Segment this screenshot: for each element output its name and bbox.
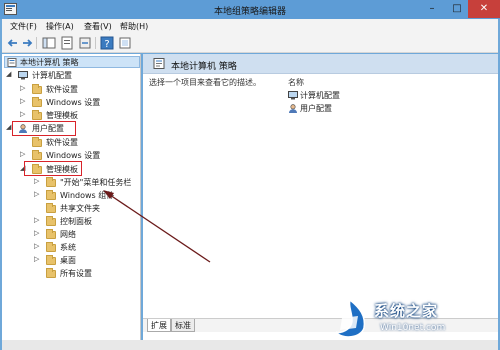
collapse-arrow-icon[interactable]: ▷ [34, 190, 39, 198]
tree-label: Windows 设置 [46, 151, 101, 160]
toolbar-separator [95, 37, 96, 49]
menu-bar: 文件(F) 操作(A) 查看(V) 帮助(H) [2, 19, 498, 33]
close-button[interactable]: ✕ [468, 0, 500, 18]
menu-help[interactable]: 帮助(H) [120, 21, 148, 32]
policy-document-icon [153, 58, 165, 69]
expand-arrow-icon[interactable]: ◢ [6, 70, 11, 78]
tree-label: Windows 组件 [60, 191, 115, 200]
watermark: 系统之家 Win10net.com [330, 296, 498, 344]
description-text: 选择一个项目来查看它的描述。 [149, 78, 261, 87]
collapse-arrow-icon[interactable]: ▷ [34, 242, 39, 250]
watermark-name: 系统之家 [374, 302, 439, 320]
highlight-box-admin-templates [24, 161, 82, 176]
tab-standard[interactable]: 标准 [171, 319, 195, 332]
tree-label: 共享文件夹 [60, 204, 100, 213]
maximize-button[interactable]: □ [445, 0, 469, 18]
folder-icon [32, 110, 42, 120]
app-window: 本地组策略编辑器 – □ ✕ 文件(F) 操作(A) 查看(V) 帮助(H) ?… [0, 0, 500, 350]
tree-label: 软件设置 [46, 138, 78, 147]
export-list-icon[interactable] [78, 36, 92, 50]
collapse-arrow-icon[interactable]: ▷ [20, 110, 25, 118]
menu-file[interactable]: 文件(F) [10, 21, 37, 32]
tree-label: 所有设置 [60, 269, 92, 278]
tree-label: 计算机配置 [32, 71, 72, 80]
column-header-name[interactable]: 名称 [288, 77, 304, 88]
collapse-arrow-icon[interactable]: ▷ [34, 177, 39, 185]
watermark-url: Win10net.com [380, 323, 446, 333]
folder-icon [32, 150, 42, 160]
collapse-arrow-icon[interactable]: ▷ [20, 84, 25, 92]
tree-pane: 本地计算机 策略 ◢ 计算机配置 ▷ 软件设置 ▷ Windows 设置 ▷ 管… [2, 54, 141, 340]
folder-icon [46, 255, 56, 265]
toolbar: ? [2, 33, 498, 53]
collapse-arrow-icon[interactable]: ▷ [20, 150, 25, 158]
user-icon [289, 104, 297, 113]
menu-view[interactable]: 查看(V) [84, 21, 112, 32]
folder-icon [46, 190, 56, 200]
tree-label: 系统 [60, 243, 76, 252]
svg-text:?: ? [104, 39, 109, 50]
collapse-arrow-icon[interactable]: ▷ [20, 97, 25, 105]
collapse-arrow-icon[interactable]: ▷ [34, 229, 39, 237]
folder-icon [46, 177, 56, 187]
policy-document-icon [7, 58, 17, 67]
view-icon[interactable] [118, 36, 132, 50]
folder-icon [46, 203, 56, 213]
watermark-logo-icon [335, 298, 366, 338]
tree-label: 控制面板 [60, 217, 92, 226]
list-item-label: 用户配置 [300, 104, 332, 113]
collapse-arrow-icon[interactable]: ▷ [34, 216, 39, 224]
tree-label: "开始"菜单和任务栏 [60, 178, 132, 187]
menu-action[interactable]: 操作(A) [46, 21, 74, 32]
tree-label: 管理模板 [46, 111, 78, 120]
minimize-button[interactable]: – [420, 0, 444, 18]
folder-icon [46, 242, 56, 252]
computer-icon [288, 91, 298, 100]
tab-extended[interactable]: 扩展 [147, 319, 171, 332]
details-title: 本地计算机 策略 [171, 62, 237, 72]
tree-label: 网络 [60, 230, 76, 239]
title-bar[interactable]: 本地组策略编辑器 – □ ✕ [0, 0, 500, 19]
folder-icon [46, 268, 56, 278]
details-header: 本地计算机 策略 [143, 54, 498, 74]
folder-icon [46, 229, 56, 239]
expand-arrow-icon[interactable]: ◢ [6, 123, 11, 131]
show-hide-tree-icon[interactable] [42, 36, 56, 50]
tree-label: 软件设置 [46, 85, 78, 94]
folder-icon [32, 97, 42, 107]
collapse-arrow-icon[interactable]: ▷ [34, 255, 39, 263]
tree-label: 本地计算机 策略 [20, 58, 79, 67]
tree-label: 桌面 [60, 256, 76, 265]
properties-icon[interactable] [60, 36, 74, 50]
forward-arrow-icon[interactable] [20, 36, 34, 50]
tree-label: Windows 设置 [46, 98, 101, 107]
help-icon[interactable]: ? [100, 36, 114, 50]
tree-item-root[interactable]: 本地计算机 策略 [4, 56, 140, 68]
highlight-box-user-config [12, 121, 76, 136]
computer-icon [18, 71, 28, 80]
toolbar-separator [36, 37, 37, 49]
folder-icon [32, 84, 42, 94]
back-arrow-icon[interactable] [6, 36, 20, 50]
folder-icon [32, 137, 42, 147]
folder-icon [46, 216, 56, 226]
list-item-label: 计算机配置 [300, 91, 340, 100]
